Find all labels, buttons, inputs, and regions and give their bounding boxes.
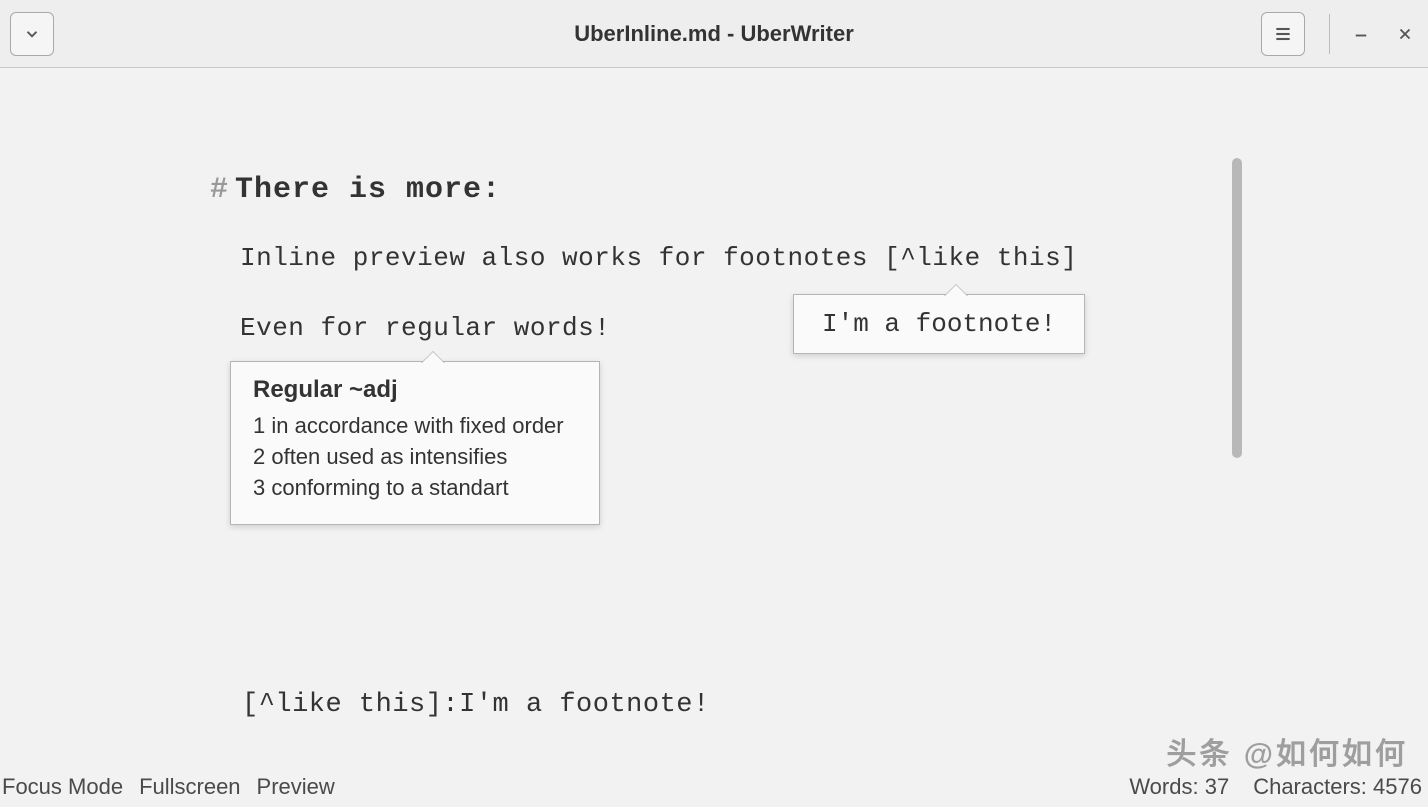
definition-popup: Regular ~adj 1 in accordance with fixed … (230, 361, 600, 525)
definition-item: 1 in accordance with fixed order (253, 413, 577, 439)
editor-area[interactable]: #There is more: Inline preview also work… (0, 68, 1428, 807)
watermark: 头条 @如何如何 (1166, 729, 1408, 773)
window-title: UberInline.md - UberWriter (0, 21, 1428, 47)
definition-item: 2 often used as intensifies (253, 444, 577, 470)
fullscreen-button[interactable]: Fullscreen (139, 774, 240, 800)
titlebar-right (1261, 12, 1418, 56)
scrollbar[interactable] (1232, 158, 1242, 458)
words-value: 37 (1205, 774, 1229, 799)
word-count: Words: 37 (1129, 774, 1229, 800)
close-button[interactable] (1392, 21, 1418, 47)
footnote-popup: I'm a footnote! (793, 294, 1085, 354)
statusbar: Focus Mode Fullscreen Preview Words: 37 … (0, 768, 1428, 806)
heading-line[interactable]: #There is more: (210, 173, 1110, 207)
status-left: Focus Mode Fullscreen Preview (2, 774, 335, 800)
minimize-icon (1352, 25, 1370, 43)
definition-title: Regular ~adj (253, 376, 577, 404)
dropdown-button[interactable] (10, 12, 54, 56)
focus-mode-button[interactable]: Focus Mode (2, 774, 123, 800)
char-count: Characters: 4576 (1253, 774, 1422, 800)
menu-button[interactable] (1261, 12, 1305, 56)
definition-item: 3 conforming to a standart (253, 475, 577, 501)
footnote-popup-text: I'm a footnote! (822, 309, 1056, 339)
body-line-1[interactable]: Inline preview also works for footnotes … (210, 243, 1110, 273)
chars-label: Characters: (1253, 774, 1367, 799)
footnote-definition[interactable]: [^like this]:I'm a footnote! (242, 690, 710, 720)
chevron-down-icon (23, 25, 41, 43)
hamburger-icon (1273, 24, 1293, 44)
heading-marker: # (210, 173, 229, 207)
titlebar: UberInline.md - UberWriter (0, 0, 1428, 68)
words-label: Words: (1129, 774, 1198, 799)
divider (1329, 14, 1330, 54)
heading-text: There is more: (235, 173, 501, 207)
close-icon (1396, 25, 1414, 43)
minimize-button[interactable] (1348, 21, 1374, 47)
preview-button[interactable]: Preview (257, 774, 335, 800)
status-right: Words: 37 Characters: 4576 (1129, 774, 1422, 800)
chars-value: 4576 (1373, 774, 1422, 799)
